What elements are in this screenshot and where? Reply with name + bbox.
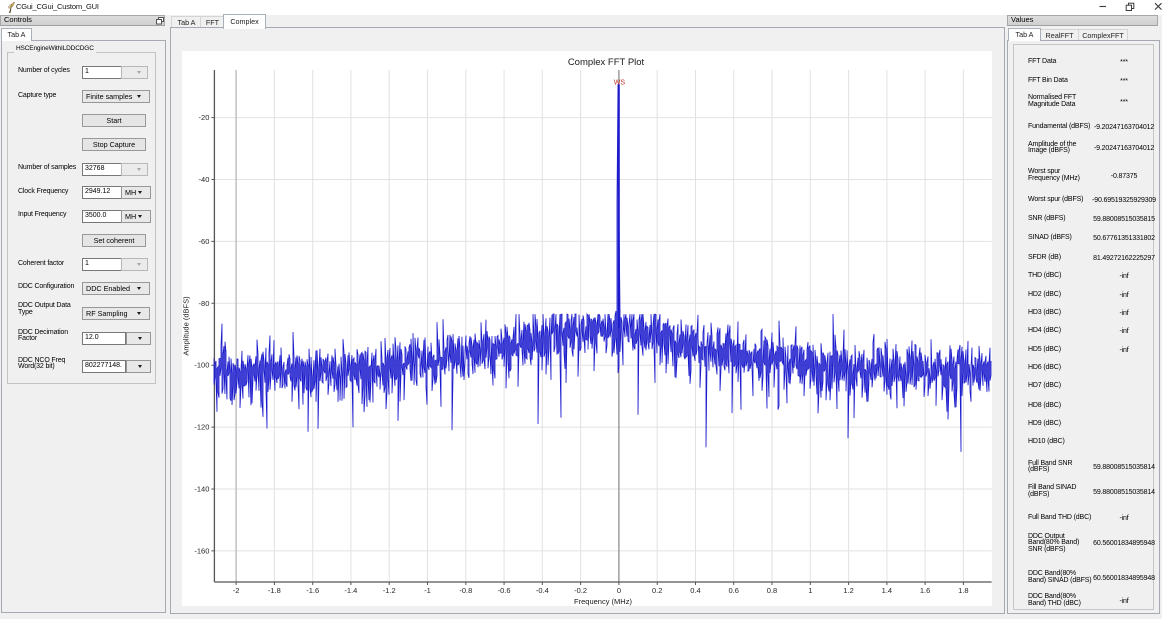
svg-text:-140: -140 xyxy=(194,485,209,494)
svg-text:-80: -80 xyxy=(199,299,210,308)
svg-text:-2: -2 xyxy=(233,586,240,595)
svg-text:WS: WS xyxy=(614,79,626,86)
svg-text:Amplitude (dBFS): Amplitude (dBFS) xyxy=(182,296,191,356)
svg-text:0.8: 0.8 xyxy=(767,586,777,595)
svg-text:-1: -1 xyxy=(424,586,431,595)
svg-text:-0.2: -0.2 xyxy=(574,586,587,595)
svg-text:1.8: 1.8 xyxy=(958,586,968,595)
svg-text:-160: -160 xyxy=(194,546,209,555)
svg-text:-60: -60 xyxy=(199,237,210,246)
svg-text:-1.8: -1.8 xyxy=(268,586,281,595)
svg-text:Complex FFT Plot: Complex FFT Plot xyxy=(568,57,645,68)
svg-text:0.6: 0.6 xyxy=(728,586,738,595)
svg-text:-120: -120 xyxy=(194,423,209,432)
svg-text:0.2: 0.2 xyxy=(652,586,662,595)
svg-text:-40: -40 xyxy=(199,175,210,184)
svg-text:1.2: 1.2 xyxy=(843,586,853,595)
svg-text:1.6: 1.6 xyxy=(920,586,930,595)
svg-text:1: 1 xyxy=(808,586,812,595)
svg-text:-1.2: -1.2 xyxy=(383,586,396,595)
svg-text:-1.4: -1.4 xyxy=(344,586,357,595)
svg-text:-0.8: -0.8 xyxy=(459,586,472,595)
svg-text:Frequency (MHz): Frequency (MHz) xyxy=(574,597,632,606)
svg-text:1.4: 1.4 xyxy=(882,586,892,595)
svg-text:-100: -100 xyxy=(194,361,209,370)
svg-text:0.4: 0.4 xyxy=(690,586,700,595)
svg-text:-0.4: -0.4 xyxy=(536,586,549,595)
svg-text:-1.6: -1.6 xyxy=(306,586,319,595)
svg-text:-20: -20 xyxy=(199,113,210,122)
svg-text:-0.6: -0.6 xyxy=(498,586,511,595)
svg-text:0: 0 xyxy=(617,586,621,595)
